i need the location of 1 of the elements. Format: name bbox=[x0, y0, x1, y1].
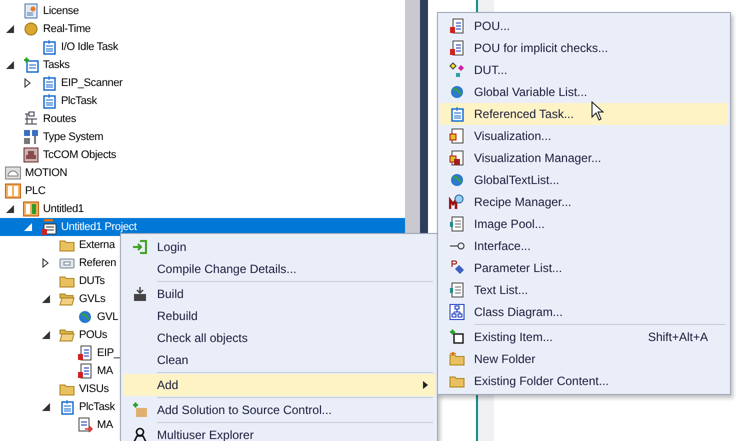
shortcut-text: Shift+Alt+A bbox=[648, 330, 708, 344]
